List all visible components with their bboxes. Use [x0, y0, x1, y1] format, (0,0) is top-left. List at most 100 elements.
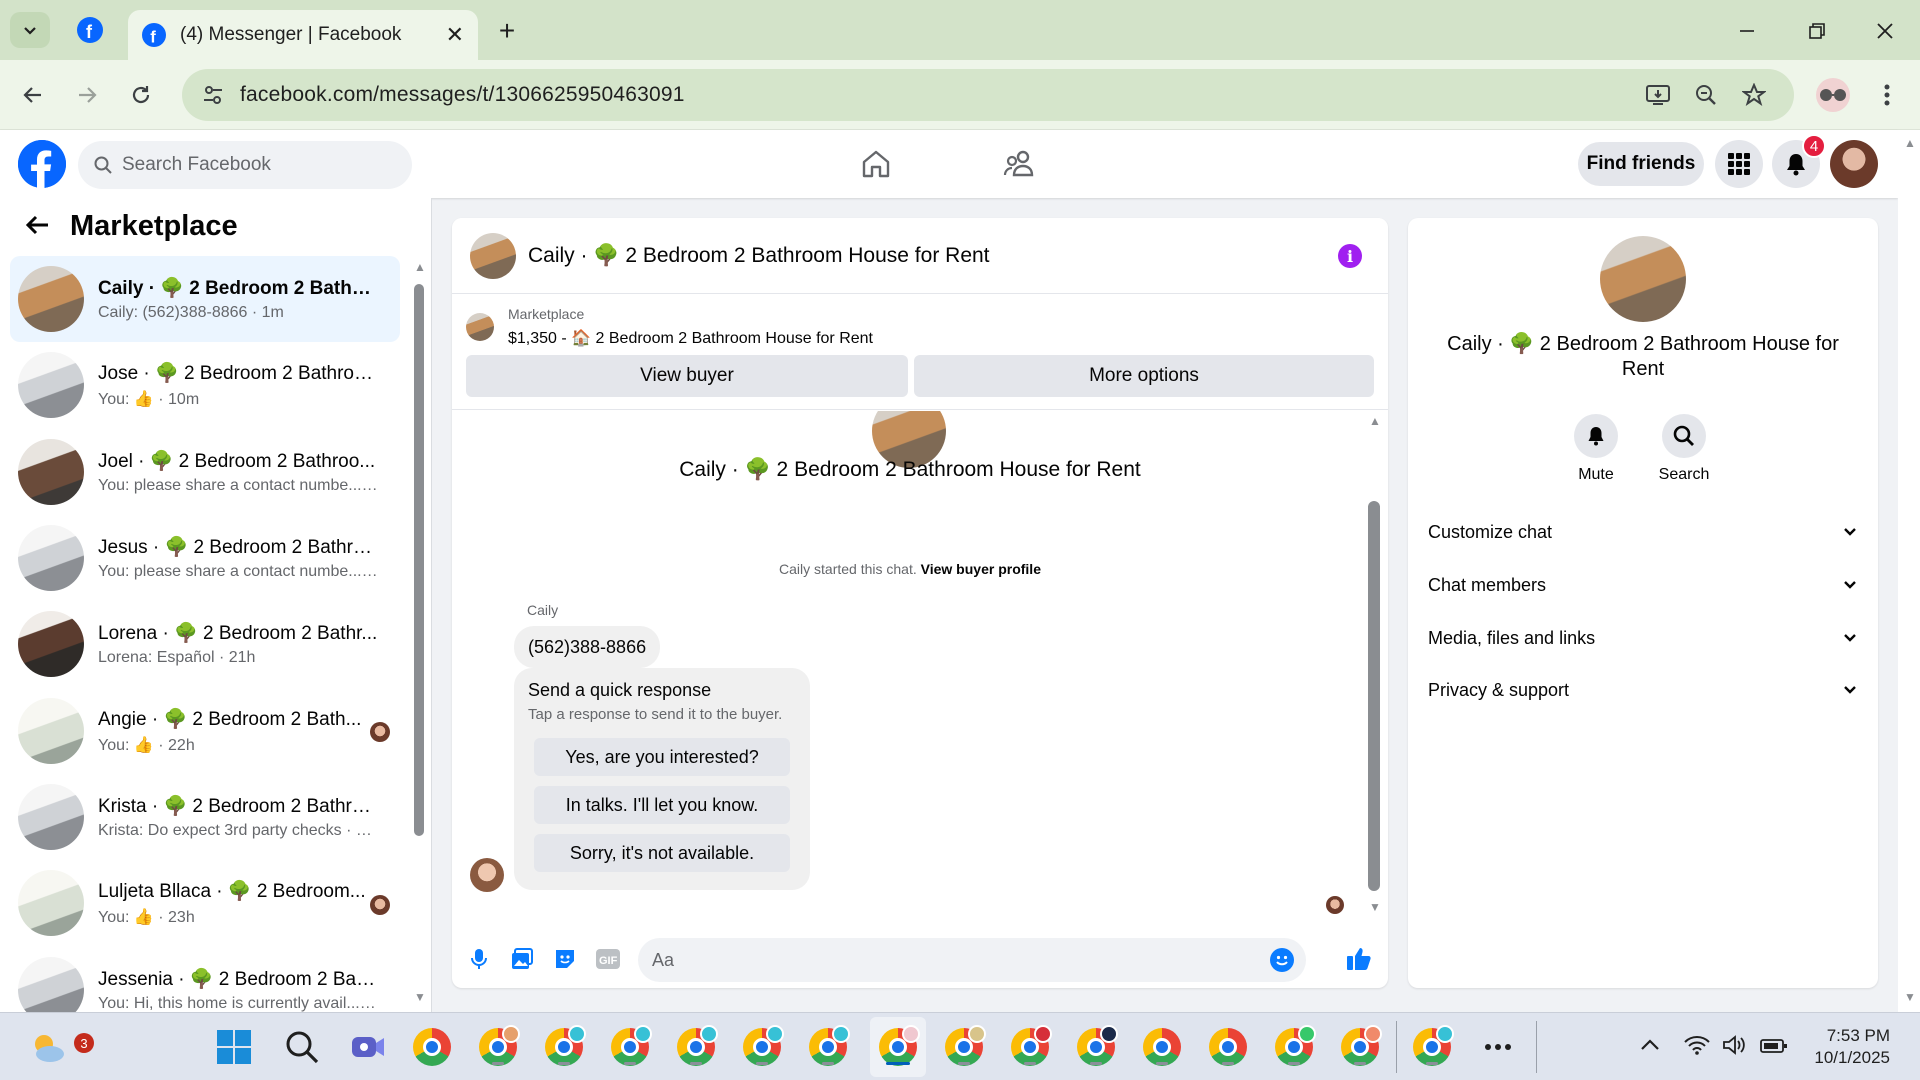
facebook-search[interactable] [78, 141, 412, 189]
avatar[interactable] [1600, 236, 1686, 322]
info-icon[interactable]: i [1338, 244, 1362, 268]
chrome-window[interactable] [410, 1025, 454, 1069]
microphone-icon[interactable] [464, 944, 494, 974]
emoji-icon[interactable] [1270, 948, 1294, 972]
tab-messenger[interactable]: f (4) Messenger | Facebook ✕ [128, 10, 478, 60]
message-input[interactable] [652, 949, 1212, 971]
system-clock[interactable]: 7:53 PM 10/1/2025 [1800, 1025, 1890, 1069]
avatar[interactable] [470, 232, 516, 279]
window-close-button[interactable] [1868, 14, 1902, 48]
chrome-window[interactable] [1140, 1025, 1184, 1069]
chrome-window[interactable] [674, 1025, 718, 1069]
conversation-item[interactable]: Joel · 🌳 2 Bedroom 2 Bathroo... You: plea… [10, 429, 400, 515]
conversation-item[interactable]: Angie · 🌳 2 Bedroom 2 Bath... You: 👍 · 22… [10, 687, 400, 773]
scroll-down-arrow[interactable]: ▼ [1904, 990, 1916, 1004]
tray-overflow-chevron[interactable] [1640, 1035, 1660, 1058]
wifi-status[interactable] [1684, 1035, 1710, 1061]
message-bubble[interactable]: (562)388-8866 [514, 626, 661, 668]
listing-info[interactable]: Marketplace $1,350 - 🏠 2 Bedroom 2 Bathr… [466, 306, 873, 348]
volume-status[interactable] [1722, 1035, 1748, 1061]
chat-scrollbar[interactable] [1368, 501, 1380, 891]
message-input-wrapper[interactable] [638, 938, 1306, 982]
address-bar[interactable]: facebook.com/messages/t/1306625950463091 [182, 69, 1794, 121]
chat-members-section[interactable]: Chat members [1428, 565, 1858, 605]
chrome-window[interactable] [1008, 1025, 1052, 1069]
url-text[interactable]: facebook.com/messages/t/1306625950463091 [240, 83, 685, 107]
media-files-links-section[interactable]: Media, files and links [1428, 618, 1858, 658]
meet-app[interactable] [346, 1025, 390, 1069]
more-apps-button[interactable] [1476, 1025, 1520, 1069]
back-button[interactable] [16, 78, 50, 112]
weather-widget[interactable]: 3 [26, 1025, 94, 1069]
chrome-window[interactable] [806, 1025, 850, 1069]
chrome-window-active[interactable] [876, 1025, 920, 1069]
taskbar-search[interactable] [280, 1025, 324, 1069]
chrome-window[interactable] [942, 1025, 986, 1069]
scroll-down-arrow[interactable]: ▼ [414, 990, 426, 1004]
chrome-window[interactable] [1074, 1025, 1118, 1069]
customize-chat-section[interactable]: Customize chat [1428, 512, 1858, 552]
profile-avatar[interactable] [1816, 78, 1850, 112]
chrome-window[interactable] [740, 1025, 784, 1069]
account-avatar[interactable] [1830, 140, 1878, 188]
bookmark-star-icon[interactable] [1738, 79, 1770, 111]
search-input[interactable] [122, 154, 382, 176]
scroll-up-arrow[interactable]: ▲ [414, 260, 426, 274]
chrome-window[interactable] [1206, 1025, 1250, 1069]
chrome-window[interactable] [1272, 1025, 1316, 1069]
gif-icon[interactable]: GIF [593, 944, 623, 974]
page-scrollbar[interactable]: ▲ ▼ [1898, 130, 1920, 1012]
battery-status[interactable] [1760, 1037, 1788, 1060]
conversation-item[interactable]: Luljeta Bllaca · 🌳 2 Bedroom... You: 👍 · … [10, 860, 400, 946]
site-settings-icon[interactable] [202, 84, 224, 106]
conversation-item[interactable]: Krista · 🌳 2 Bedroom 2 Bathro... Krista: … [10, 774, 400, 860]
new-tab-button[interactable]: + [490, 14, 524, 48]
sender-avatar[interactable] [470, 858, 504, 892]
conversation-item[interactable]: Jessenia · 🌳 2 Bedroom 2 Bath... You: Hi,… [10, 946, 400, 1012]
sticker-icon[interactable] [550, 944, 580, 974]
quick-response-in-talks[interactable]: In talks. I'll let you know. [534, 786, 790, 824]
privacy-support-section[interactable]: Privacy & support [1428, 670, 1858, 710]
chrome-window[interactable] [1410, 1025, 1454, 1069]
scroll-down-arrow[interactable]: ▼ [1369, 900, 1381, 914]
more-options-button[interactable]: More options [914, 355, 1374, 397]
minimize-button[interactable] [1730, 14, 1764, 48]
restore-button[interactable] [1800, 14, 1834, 48]
view-buyer-profile-link[interactable]: View buyer profile [921, 561, 1041, 577]
view-buyer-button[interactable]: View buyer [466, 355, 908, 397]
chrome-window[interactable] [476, 1025, 520, 1069]
home-nav-button[interactable] [854, 142, 898, 186]
start-button[interactable] [212, 1025, 256, 1069]
tab-facebook-pinned[interactable]: f [68, 12, 112, 48]
find-friends-button[interactable]: Find friends [1578, 142, 1704, 186]
menu-button[interactable] [1715, 140, 1763, 188]
mute-button[interactable]: Mute [1556, 414, 1636, 484]
quick-response-interested[interactable]: Yes, are you interested? [534, 738, 790, 776]
tab-search-button[interactable] [10, 12, 50, 48]
browser-menu-button[interactable] [1870, 78, 1904, 112]
chrome-window[interactable] [608, 1025, 652, 1069]
close-icon[interactable]: ✕ [446, 22, 464, 48]
quick-response-not-available[interactable]: Sorry, it's not available. [534, 834, 790, 872]
sidebar-scrollbar[interactable] [414, 284, 424, 836]
conversation-item[interactable]: Jesus · 🌳 2 Bedroom 2 Bathroo... You: ple… [10, 515, 400, 601]
chat-title[interactable]: Caily · 🌳 2 Bedroom 2 Bathroom House for… [528, 244, 990, 268]
search-in-chat-button[interactable]: Search [1644, 414, 1724, 484]
facebook-logo-icon[interactable] [18, 140, 66, 188]
back-arrow-icon[interactable] [24, 211, 50, 243]
chrome-window[interactable] [1338, 1025, 1382, 1069]
friends-nav-button[interactable] [998, 142, 1042, 186]
glasses-icon [1820, 89, 1846, 101]
thumbs-up-icon[interactable] [1344, 944, 1374, 974]
photo-icon[interactable] [507, 944, 537, 974]
zoom-icon[interactable] [1690, 79, 1722, 111]
scroll-up-arrow[interactable]: ▲ [1904, 136, 1916, 150]
conversation-item[interactable]: Caily · 🌳 2 Bedroom 2 Bathroo... Caily: (… [10, 256, 400, 343]
install-app-icon[interactable] [1642, 79, 1674, 111]
reload-button[interactable] [124, 78, 158, 112]
scroll-up-arrow[interactable]: ▲ [1369, 414, 1381, 428]
forward-button[interactable] [70, 78, 104, 112]
chrome-window[interactable] [542, 1025, 586, 1069]
conversation-item[interactable]: Lorena · 🌳 2 Bedroom 2 Bathr... Lorena: E… [10, 601, 400, 687]
conversation-item[interactable]: Jose · 🌳 2 Bedroom 2 Bathroo... You: 👍 · … [10, 342, 400, 428]
